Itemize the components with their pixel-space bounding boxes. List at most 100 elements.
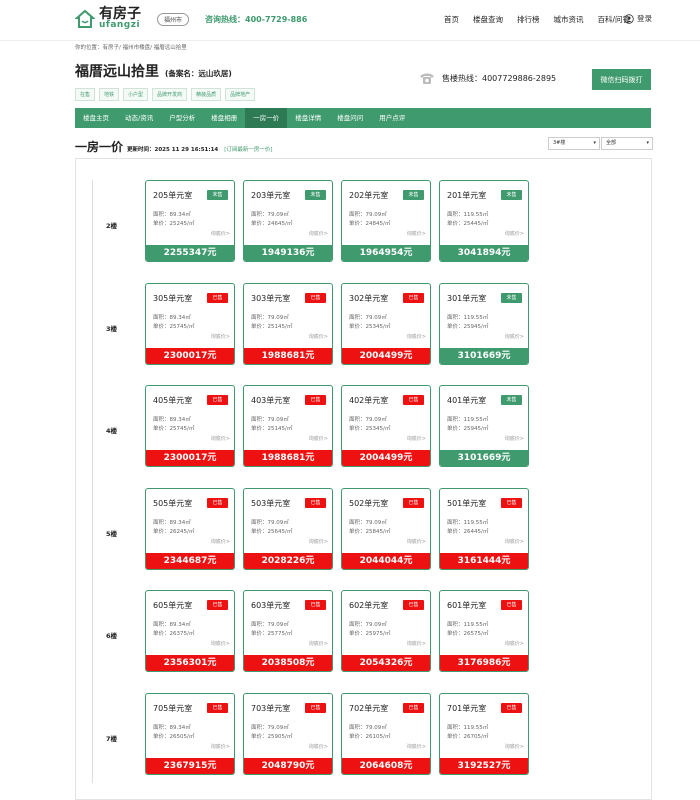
page-title: 福厝远山拾里 (备案名：远山玖居) [75, 61, 232, 81]
unit-room-number: 303单元室 [251, 293, 291, 303]
inquire-price-link[interactable]: 询底价> [505, 435, 524, 442]
unit-area: 面积：79.09㎡ [251, 314, 289, 321]
unit-area: 面积：89.34㎡ [153, 314, 191, 321]
unit-price-per-sqm: 单价：25945/㎡ [447, 323, 489, 330]
inquire-price-link[interactable]: 询底价> [211, 333, 230, 340]
unit-card[interactable]: 705单元室 已售 面积：89.34㎡ 单价：26505/㎡ 询底价> 2367915元 [145, 692, 235, 775]
unit-price-per-sqm: 单价：24845/㎡ [349, 221, 391, 227]
unit-card[interactable]: 203单元室 未售 面积：79.09㎡ 单价：24645/㎡ 询底价> 1949136元 [243, 180, 333, 262]
nav-item-search[interactable]: 楼盘查询 [473, 14, 503, 25]
unit-card[interactable]: 303单元室 已售 面积：79.09㎡ 单价：25145/㎡ 询底价> 1988681元 [243, 282, 333, 365]
unit-area: 面积：89.34㎡ [153, 417, 191, 423]
inquire-price-link[interactable]: 询底价> [309, 538, 328, 545]
unit-card[interactable]: 702单元室 已售 面积：79.09㎡ 单价：26105/㎡ 询底价> 2064608元 [341, 692, 431, 775]
unit-card[interactable]: 205单元室 未售 面积：89.34㎡ 单价：25245/㎡ 询底价> 2255347元 [145, 180, 235, 262]
unit-total-price: 3161444元 [440, 552, 528, 569]
unit-total-price: 3041894元 [440, 245, 528, 261]
unit-room-number: 403单元室 [251, 396, 291, 405]
status-badge: 已售 [403, 292, 424, 303]
nav-item-home[interactable]: 首页 [444, 14, 459, 25]
nav-item-ranking[interactable]: 排行榜 [517, 14, 540, 25]
unit-room-number: 703单元室 [251, 703, 291, 713]
unit-card[interactable]: 701单元室 已售 面积：119.55㎡ 单价：26705/㎡ 询底价> 3192527元 [439, 692, 529, 775]
tab-qa[interactable]: 楼盘问问 [329, 108, 371, 128]
tab-price-list[interactable]: 一房一价 [245, 108, 288, 128]
inquire-price-link[interactable]: 询底价> [407, 230, 426, 237]
inquire-price-link[interactable]: 询底价> [309, 230, 328, 237]
unit-card[interactable]: 602单元室 已售 面积：79.09㎡ 单价：25975/㎡ 询底价> 2054326元 [341, 590, 431, 672]
inquire-price-link[interactable]: 询底价> [309, 435, 328, 442]
inquire-price-link[interactable]: 询底价> [211, 538, 230, 545]
unit-total-price: 2300017元 [146, 450, 234, 466]
tab-news[interactable]: 动态/资讯 [117, 108, 161, 128]
tab-album[interactable]: 楼盘相册 [203, 108, 245, 128]
unit-total-price: 2064608元 [342, 757, 430, 774]
tab-details[interactable]: 楼盘详情 [287, 108, 329, 128]
inquire-price-link[interactable]: 询底价> [309, 640, 328, 647]
unit-card[interactable]: 201单元室 未售 面积：119.55㎡ 单价：25445/㎡ 询底价> 3041894元 [439, 180, 529, 262]
unit-room-number: 603单元室 [251, 601, 291, 610]
unit-area: 面积：79.09㎡ [349, 212, 387, 218]
unit-area: 面积：119.55㎡ [447, 622, 489, 628]
inquire-price-link[interactable]: 询底价> [211, 743, 230, 750]
sales-hotline-text: 售楼热线：4007729886-2895 [442, 73, 557, 83]
unit-total-price: 2054326元 [342, 655, 430, 671]
inquire-price-link[interactable]: 询底价> [211, 640, 230, 647]
inquire-price-link[interactable]: 询底价> [309, 333, 328, 340]
unit-room-number: 203单元室 [251, 191, 291, 200]
unit-card[interactable]: 305单元室 已售 面积：89.34㎡ 单价：25745/㎡ 询底价> 2300017元 [145, 282, 235, 365]
unit-card[interactable]: 403单元室 已售 面积：79.09㎡ 单价：25145/㎡ 询底价> 1988681元 [243, 385, 333, 467]
inquire-price-link[interactable]: 询底价> [505, 743, 524, 750]
unit-card[interactable]: 603单元室 已售 面积：79.09㎡ 单价：25775/㎡ 询底价> 2038508元 [243, 590, 333, 672]
chevron-down-icon: ▾ [646, 140, 649, 146]
unit-card[interactable]: 401单元室 未售 面积：119.55㎡ 单价：25945/㎡ 询底价> 3101669元 [439, 385, 529, 467]
site-logo[interactable]: 有房子 ufangzi [74, 7, 141, 30]
unit-area: 面积：79.09㎡ [349, 519, 387, 526]
inquire-price-link[interactable]: 询底价> [505, 640, 524, 647]
inquire-price-link[interactable]: 询底价> [407, 333, 426, 340]
status-badge: 已售 [403, 702, 424, 713]
status-badge: 未售 [207, 190, 228, 200]
unit-card[interactable]: 505单元室 已售 面积：89.34㎡ 单价：26245/㎡ 询底价> 2344687元 [145, 487, 235, 570]
unit-card[interactable]: 703单元室 已售 面积：79.09㎡ 单价：25905/㎡ 询底价> 2048790元 [243, 692, 333, 775]
unit-card[interactable]: 503单元室 已售 面积：79.09㎡ 单价：25645/㎡ 询底价> 2028226元 [243, 487, 333, 570]
inquire-price-link[interactable]: 询底价> [407, 538, 426, 545]
status-badge: 已售 [403, 395, 424, 405]
subscribe-link[interactable]: [订阅最新一房一价] [224, 145, 272, 153]
unit-card[interactable]: 402单元室 已售 面积：79.09㎡ 单价：25345/㎡ 询底价> 2004499元 [341, 385, 431, 467]
unit-room-number: 605单元室 [153, 601, 193, 610]
unit-card[interactable]: 501单元室 已售 面积：119.55㎡ 单价：26445/㎡ 询底价> 3161444元 [439, 487, 529, 570]
unit-card[interactable]: 301单元室 未售 面积：119.55㎡ 单价：25945/㎡ 询底价> 3101669元 [439, 282, 529, 365]
tab-reviews[interactable]: 用户点评 [371, 108, 413, 128]
city-selector-button[interactable]: 福州市 [157, 13, 190, 26]
status-badge: 已售 [207, 292, 228, 303]
unit-card[interactable]: 202单元室 未售 面积：79.09㎡ 单价：24845/㎡ 询底价> 1964954元 [341, 180, 431, 262]
inquire-price-link[interactable]: 询底价> [505, 230, 524, 237]
unit-card[interactable]: 302单元室 已售 面积：79.09㎡ 单价：25345/㎡ 询底价> 2004499元 [341, 282, 431, 365]
inquire-price-link[interactable]: 询底价> [505, 538, 524, 545]
unit-card[interactable]: 405单元室 已售 面积：89.34㎡ 单价：25745/㎡ 询底价> 2300017元 [145, 385, 235, 467]
nav-item-news[interactable]: 城市资讯 [553, 14, 583, 25]
unit-card[interactable]: 605单元室 已售 面积：89.34㎡ 单价：26375/㎡ 询底价> 2356301元 [145, 590, 235, 672]
inquire-price-link[interactable]: 询底价> [505, 333, 524, 340]
login-button[interactable]: 登录 [624, 13, 652, 24]
unit-card[interactable]: 601单元室 已售 面积：119.55㎡ 单价：26575/㎡ 询底价> 3176986元 [439, 590, 529, 672]
tag-item: 品牌开发商 [152, 88, 188, 101]
tab-floorplans[interactable]: 户型分析 [161, 108, 203, 128]
unit-price-per-sqm: 单价：25845/㎡ [349, 528, 391, 535]
inquire-price-link[interactable]: 询底价> [211, 435, 230, 442]
unit-card[interactable]: 502单元室 已售 面积：79.09㎡ 单价：25845/㎡ 询底价> 2044044元 [341, 487, 431, 570]
inquire-price-link[interactable]: 询底价> [407, 743, 426, 750]
unit-total-price: 3176986元 [440, 655, 528, 671]
inquire-price-link[interactable]: 询底价> [211, 230, 230, 237]
filter-select[interactable]: 全部 ▾ [601, 137, 653, 150]
tab-home[interactable]: 楼盘主页 [75, 108, 117, 128]
inquire-price-link[interactable]: 询底价> [407, 640, 426, 647]
unit-area: 面积：79.09㎡ [349, 622, 387, 628]
building-select[interactable]: 3#楼 ▾ [548, 137, 600, 150]
unit-total-price: 2048790元 [244, 757, 332, 774]
unit-total-price: 2004499元 [342, 347, 430, 364]
inquire-price-link[interactable]: 询底价> [309, 743, 328, 750]
inquire-price-link[interactable]: 询底价> [407, 435, 426, 442]
wechat-call-button[interactable]: 微信扫码拨打 [592, 69, 651, 90]
